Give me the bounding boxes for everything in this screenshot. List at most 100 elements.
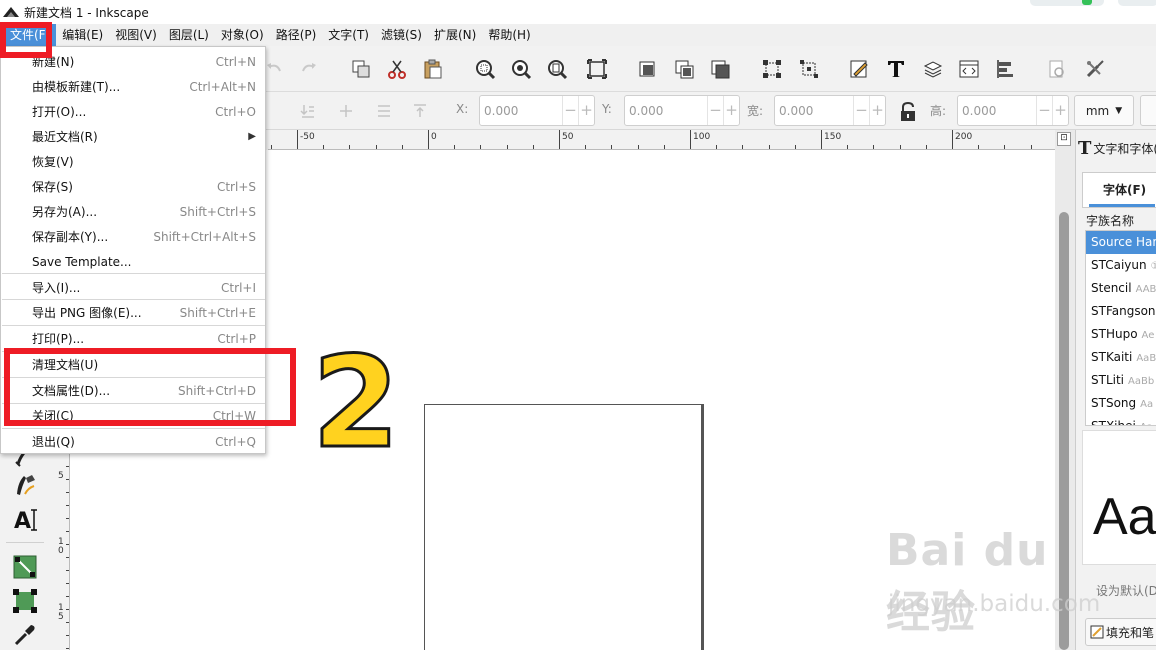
dropper-icon[interactable] xyxy=(12,622,38,648)
group-icon[interactable] xyxy=(636,58,658,80)
ungroup-icon[interactable] xyxy=(673,58,695,80)
raise-to-top-icon[interactable] xyxy=(410,101,430,121)
chevron-down-icon: ▼ xyxy=(1115,105,1123,116)
preferences-icon[interactable] xyxy=(1084,58,1106,80)
file-menu-item-10[interactable]: 导出 PNG 图像(E)... Shift+Ctrl+E xyxy=(1,300,265,325)
fill-stroke-button[interactable]: 填充和笔 xyxy=(1085,618,1156,646)
menu-item-accelerator: Shift+Ctrl+Alt+S xyxy=(153,229,256,244)
menu-item-1[interactable]: 编辑(E) xyxy=(56,24,109,46)
file-menu-item-1[interactable]: 由模板新建(T)... Ctrl+Alt+N xyxy=(1,74,265,99)
overflow-button[interactable] xyxy=(1140,95,1156,126)
menu-item-6[interactable]: 文字(T) xyxy=(322,24,375,46)
xml-editor-icon[interactable] xyxy=(958,58,980,80)
font-list-item[interactable]: STXihei Aa xyxy=(1086,415,1156,425)
zoom-fit-icon[interactable] xyxy=(586,58,608,80)
height-decrement-button[interactable]: − xyxy=(1036,96,1052,125)
font-list-item[interactable]: Stencil AAB xyxy=(1086,277,1156,300)
zoom-selection-icon[interactable] xyxy=(474,58,496,80)
document-page[interactable] xyxy=(424,404,704,650)
undo-icon[interactable] xyxy=(263,58,285,80)
menu-separator xyxy=(2,428,265,429)
width-label: 宽: xyxy=(747,104,764,118)
zoom-drawing-icon[interactable] xyxy=(510,58,532,80)
file-menu-item-9[interactable]: 导入(I)... Ctrl+I xyxy=(1,275,265,300)
gradient-icon[interactable] xyxy=(12,588,38,614)
file-menu-item-7[interactable]: 保存副本(Y)... Shift+Ctrl+Alt+S xyxy=(1,224,265,249)
text-tool-icon[interactable]: A xyxy=(12,506,38,532)
node-icon[interactable] xyxy=(761,58,783,80)
y-increment-button[interactable]: + xyxy=(723,96,739,125)
font-name: Source Han xyxy=(1091,235,1156,249)
transform-icon[interactable] xyxy=(798,58,820,80)
font-list-item[interactable]: STHupo Ae xyxy=(1086,323,1156,346)
ruler-tick xyxy=(428,130,429,149)
y-decrement-button[interactable]: − xyxy=(707,96,723,125)
pen-icon[interactable] xyxy=(12,472,38,498)
file-menu-item-15[interactable]: 退出(Q) Ctrl+Q xyxy=(1,429,265,454)
x-value: 0.000 xyxy=(484,103,519,118)
font-family-list[interactable]: Source Han STCaiyun ① StencilAAB STFangsong S… xyxy=(1085,230,1156,426)
file-menu-item-2[interactable]: 打开(O)... Ctrl+O xyxy=(1,99,265,124)
set-default-button[interactable]: 设为默认(D xyxy=(1096,582,1156,599)
x-decrement-button[interactable]: − xyxy=(562,96,578,125)
font-preview: Aa xyxy=(1082,430,1156,565)
menu-item-label: 由模板新建(T)... xyxy=(32,80,121,94)
file-menu-item-5[interactable]: 保存(S) Ctrl+S xyxy=(1,174,265,199)
window-control-pill[interactable] xyxy=(1030,0,1104,6)
file-menu-item-4[interactable]: 恢复(V) xyxy=(1,149,265,174)
ruler-tick xyxy=(952,130,953,149)
height-increment-button[interactable]: + xyxy=(1052,96,1068,125)
raise-icon[interactable] xyxy=(374,101,394,121)
canvas-corner-icon[interactable]: ⊡ xyxy=(1057,132,1071,146)
horizontal-ruler: -100-50050100150200250300350400450 xyxy=(268,130,1055,150)
menu-item-7[interactable]: 滤镜(S) xyxy=(375,24,428,46)
duplicate-icon[interactable] xyxy=(350,58,372,80)
x-label: X: xyxy=(456,102,469,116)
paste-icon[interactable] xyxy=(422,58,444,80)
x-field[interactable]: 0.000 − + xyxy=(479,95,595,126)
lower-icon[interactable] xyxy=(336,101,356,121)
cut-icon[interactable] xyxy=(386,58,408,80)
menu-item-2[interactable]: 视图(V) xyxy=(109,24,163,46)
font-name: STKaiti xyxy=(1091,350,1133,364)
file-menu-item-8[interactable]: Save Template... xyxy=(1,249,265,274)
align-icon[interactable] xyxy=(994,58,1016,80)
connector-icon[interactable] xyxy=(12,554,38,580)
x-increment-button[interactable]: + xyxy=(578,96,594,125)
font-list-item[interactable]: STSong Aa xyxy=(1086,392,1156,415)
watermark-url: jingyan.baidu.com xyxy=(888,591,1101,617)
redo-icon[interactable] xyxy=(298,58,320,80)
file-menu-item-6[interactable]: 另存为(A)... Shift+Ctrl+S xyxy=(1,199,265,224)
menu-item-9[interactable]: 帮助(H) xyxy=(482,24,536,46)
lower-to-bottom-icon[interactable] xyxy=(298,101,318,121)
tab-font[interactable]: 字体(F) xyxy=(1082,172,1156,208)
width-field[interactable]: 0.000 − + xyxy=(774,95,886,126)
font-family-label: 字族名称 xyxy=(1086,214,1135,228)
font-list-item[interactable]: Source Han xyxy=(1086,231,1156,254)
layers-icon[interactable] xyxy=(922,58,944,80)
pencil-edit-icon[interactable] xyxy=(848,58,870,80)
clone-icon[interactable] xyxy=(709,58,731,80)
menu-item-3[interactable]: 图层(L) xyxy=(163,24,215,46)
ruler-tick xyxy=(690,130,691,149)
document-properties-icon[interactable] xyxy=(1046,58,1068,80)
text-tool-icon[interactable] xyxy=(885,58,907,80)
font-list-item[interactable]: STCaiyun ① xyxy=(1086,254,1156,277)
height-field[interactable]: 0.000 − + xyxy=(957,95,1069,126)
zoom-page-icon[interactable] xyxy=(546,58,568,80)
menu-item-accelerator: Ctrl+I xyxy=(221,280,256,295)
ruler-label: 0 xyxy=(431,132,437,142)
font-list-item[interactable]: STKaiti AaB xyxy=(1086,346,1156,369)
file-menu-item-3[interactable]: 最近文档(R) ▶ xyxy=(1,124,265,149)
font-list-item[interactable]: STFangsong xyxy=(1086,300,1156,323)
menu-item-4[interactable]: 对象(O) xyxy=(215,24,270,46)
y-field[interactable]: 0.000 − + xyxy=(624,95,740,126)
font-list-item[interactable]: STLiti AaBb xyxy=(1086,369,1156,392)
menu-item-5[interactable]: 路径(P) xyxy=(270,24,323,46)
window-control-pill[interactable] xyxy=(1118,0,1156,6)
width-increment-button[interactable]: + xyxy=(869,96,885,125)
lock-icon[interactable] xyxy=(898,101,918,123)
width-decrement-button[interactable]: − xyxy=(853,96,869,125)
menu-item-8[interactable]: 扩展(N) xyxy=(428,24,482,46)
unit-select[interactable]: mm ▼ xyxy=(1074,95,1134,126)
